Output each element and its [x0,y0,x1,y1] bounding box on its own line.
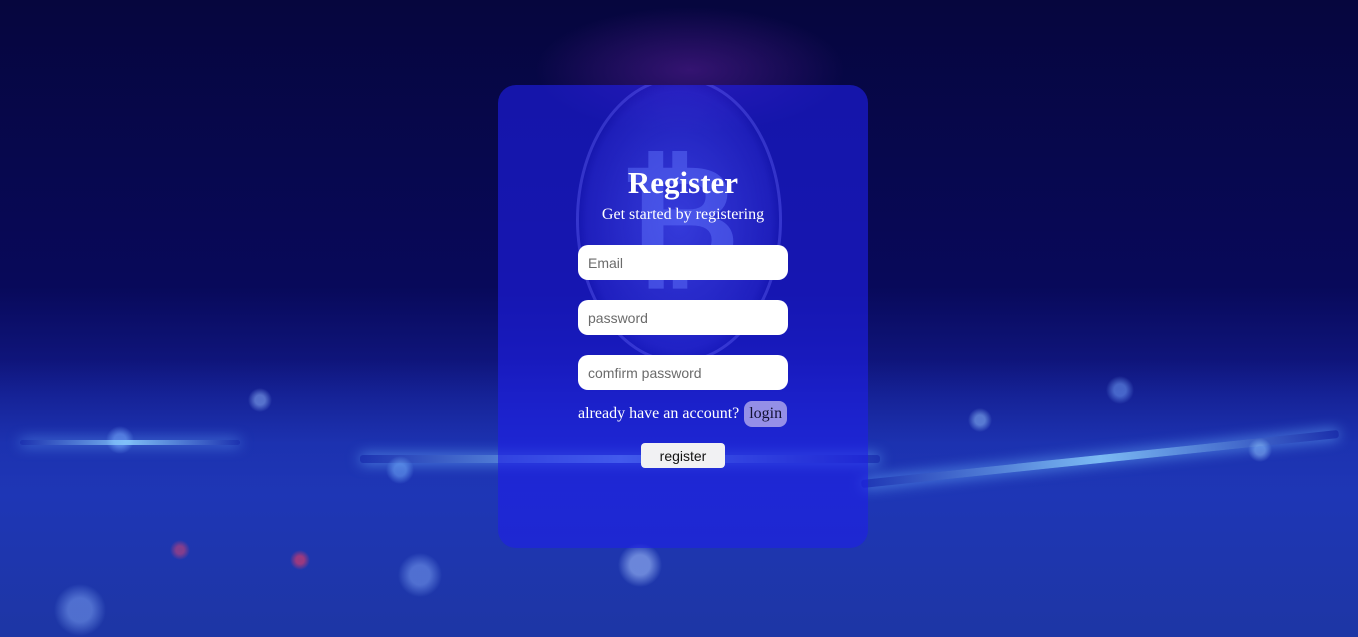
confirm-password-field[interactable] [578,355,788,390]
page-title: Register [627,165,739,200]
register-card: ₿ Register Get started by registering al… [498,85,868,548]
account-prompt-text: already have an account? [578,404,740,422]
register-form: Register Get started by registering alre… [498,85,868,548]
login-prompt: already have an account? login [578,400,788,427]
register-button[interactable]: register [641,443,725,468]
page-subtitle: Get started by registering [601,206,765,223]
login-link[interactable]: login [744,400,788,427]
password-field[interactable] [578,300,788,335]
email-field[interactable] [578,245,788,280]
light-strip [20,440,240,445]
